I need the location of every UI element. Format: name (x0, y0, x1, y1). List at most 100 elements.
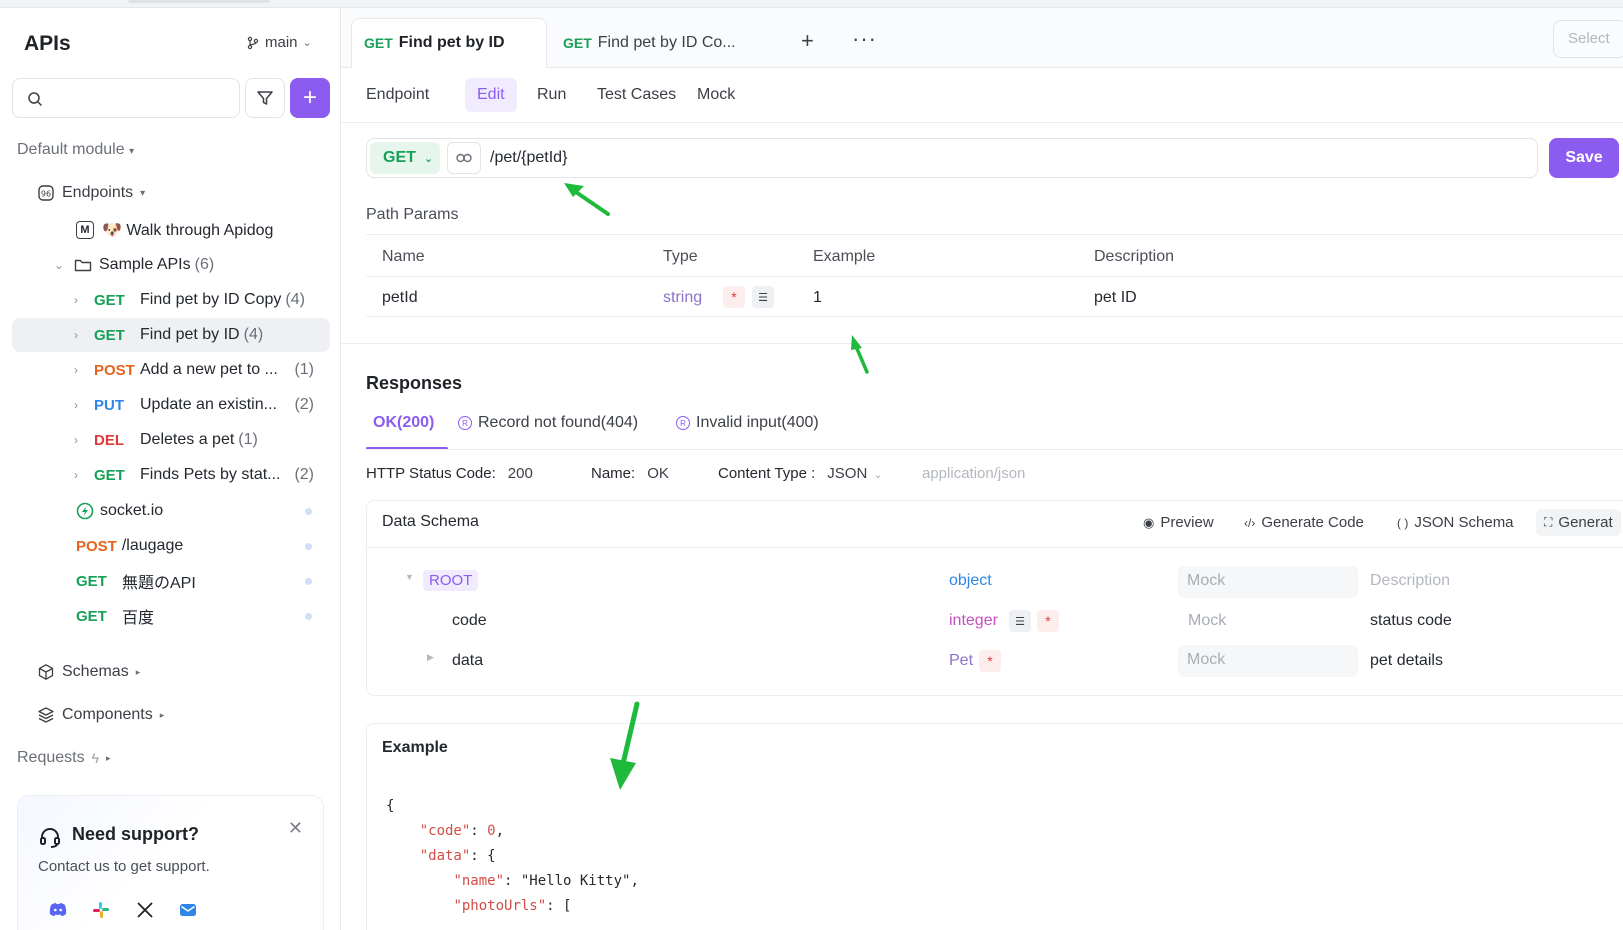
param-description[interactable]: pet ID (1094, 289, 1137, 307)
tree-item-delete-pet[interactable]: › DEL Deletes a pet (1) (12, 423, 330, 457)
search-input[interactable] (12, 78, 240, 118)
filter-button[interactable] (245, 78, 285, 118)
schema-row-code-name[interactable]: code (452, 612, 487, 630)
response-tab-400[interactable]: R Invalid input(400) (676, 414, 819, 432)
tree-item-laugage[interactable]: POST /laugage (12, 529, 330, 563)
schema-row-data-description[interactable]: pet details (1370, 652, 1443, 670)
add-button[interactable]: + (290, 78, 330, 118)
method-badge: GET (94, 466, 125, 484)
environment-select[interactable]: Select (1553, 20, 1623, 58)
tab-find-pet[interactable]: GET Find pet by ID (351, 18, 547, 68)
support-title: Need support? (72, 824, 200, 844)
action-label: Generate Code (1261, 514, 1364, 531)
settings-icon[interactable]: ☰ (752, 286, 774, 308)
close-icon[interactable]: ✕ (288, 818, 303, 839)
response-name-label: Name: (591, 465, 636, 482)
x-twitter-icon[interactable] (135, 900, 155, 920)
tree-item-find-by-status[interactable]: › GET Finds Pets by stat... (2) (12, 458, 330, 492)
subtab-test-cases[interactable]: Test Cases (585, 78, 688, 112)
subtab-edit[interactable]: Edit (465, 78, 517, 112)
more-icon[interactable]: ··· (852, 26, 877, 52)
branch-name: main (265, 34, 298, 51)
eye-icon: ◉ (1143, 514, 1155, 530)
components-section[interactable]: Components ▸ (37, 706, 164, 724)
generate-code-button[interactable]: ‹/› Generate Code (1244, 514, 1364, 531)
tab-find-pet-copy[interactable]: GET Find pet by ID Co... (551, 18, 771, 68)
lightning-icon: ϟ (91, 750, 100, 766)
branch-selector[interactable]: main ⌄ (246, 34, 312, 51)
tree-folder-sample-apis[interactable]: ⌄ Sample APIs (6) (12, 248, 330, 282)
example-code-line[interactable]: "photoUrls": [ (386, 898, 571, 914)
components-label: Components (62, 706, 153, 723)
status-dot (305, 507, 312, 515)
url-bar: GET ⌄ /pet/{petId} (366, 138, 1538, 178)
endpoints-section[interactable]: 96 Endpoints ▾ (37, 184, 145, 202)
subtab-endpoint[interactable]: Endpoint (354, 78, 441, 112)
status-code-value: 200 (507, 465, 533, 482)
content-type-field[interactable]: Content Type : JSON ⌄ (718, 465, 883, 482)
requests-section[interactable]: Requests ϟ ▸ (17, 749, 111, 767)
discord-icon[interactable] (48, 900, 68, 920)
endpoints-icon: 96 (38, 185, 54, 201)
example-code-line[interactable]: { (386, 798, 394, 814)
response-name-field[interactable]: Name: OK (591, 465, 669, 482)
save-button[interactable]: Save (1549, 138, 1619, 178)
tree-item-update-pet[interactable]: › PUT Update an existin... (2) (12, 388, 330, 422)
tree-item-baidu[interactable]: GET 百度 (12, 599, 330, 633)
schema-row-code-type[interactable]: integer (949, 612, 998, 630)
example-code-line[interactable]: "name": "Hello Kitty", (386, 873, 638, 889)
caret-right-icon: ▸ (135, 666, 141, 677)
schema-row-root-type[interactable]: object (949, 572, 992, 590)
subtab-run[interactable]: Run (525, 78, 578, 112)
generate-button[interactable]: ⛶ Generat (1536, 509, 1621, 536)
status-code-label: HTTP Status Code: (366, 465, 496, 482)
required-icon[interactable]: * (1037, 610, 1059, 632)
schemas-section[interactable]: Schemas ▸ (37, 663, 140, 681)
schema-row-data-type[interactable]: Pet (949, 652, 973, 670)
subtab-mock[interactable]: Mock (685, 78, 747, 112)
tree-item-count: (2) (294, 396, 314, 413)
tree-item-socketio[interactable]: socket.io (12, 494, 330, 528)
response-tab-label: Invalid input(400) (696, 414, 819, 431)
settings-icon[interactable]: ☰ (1009, 610, 1031, 632)
tab-method: GET (364, 35, 393, 51)
divider (366, 316, 1623, 317)
mock-input[interactable]: Mock (1188, 612, 1226, 630)
status-code-field[interactable]: HTTP Status Code: 200 (366, 465, 533, 482)
required-icon[interactable]: * (723, 286, 745, 308)
response-tab-404[interactable]: R Record not found(404) (458, 414, 638, 432)
schema-row-data-name[interactable]: data (452, 652, 483, 670)
tree-item-untitled[interactable]: GET 無題のAPI (12, 564, 330, 598)
method-select[interactable]: GET ⌄ (370, 142, 440, 174)
mock-input[interactable]: Mock (1178, 645, 1358, 677)
chevron-right-icon: › (74, 328, 78, 342)
method-badge: PUT (94, 396, 124, 414)
slack-icon[interactable] (91, 900, 111, 920)
param-example[interactable]: 1 (813, 289, 822, 307)
tree-item-find-pet[interactable]: › GET Find pet by ID (4) (12, 318, 330, 352)
url-path-input[interactable]: /pet/{petId} (490, 149, 567, 167)
module-selector[interactable]: Default module ▾ (17, 141, 134, 159)
annotation-arrow (851, 335, 869, 374)
tree-item-add-pet[interactable]: › POST Add a new pet to ... (1) (12, 353, 330, 387)
add-tab-icon[interactable]: + (801, 28, 814, 54)
example-code-line[interactable]: "data": { (386, 848, 496, 864)
required-icon[interactable]: * (979, 650, 1001, 672)
link-icon[interactable] (447, 142, 481, 174)
param-type[interactable]: string (663, 289, 702, 307)
tree-item-find-pet-copy[interactable]: › GET Find pet by ID Copy (4) (12, 283, 330, 317)
response-tab-200[interactable]: OK(200) (373, 414, 434, 432)
email-icon[interactable] (178, 900, 198, 920)
description-input[interactable]: Description (1370, 572, 1450, 590)
schema-row-code-description[interactable]: status code (1370, 612, 1452, 630)
param-name[interactable]: petId (382, 289, 418, 307)
method-badge: GET (76, 572, 107, 590)
schema-row-root-name[interactable]: ROOT (423, 570, 479, 591)
example-code-line[interactable]: "code": 0, (386, 823, 504, 839)
caret-right-icon[interactable]: ▶ (427, 652, 434, 663)
tree-item-walkthrough[interactable]: M 🐶 Walk through Apidog (12, 213, 330, 247)
mock-input[interactable]: Mock (1178, 566, 1358, 598)
caret-down-icon[interactable]: ▼ (405, 572, 414, 582)
json-schema-button[interactable]: ( ) JSON Schema (1397, 514, 1514, 531)
preview-button[interactable]: ◉ Preview (1143, 514, 1214, 531)
